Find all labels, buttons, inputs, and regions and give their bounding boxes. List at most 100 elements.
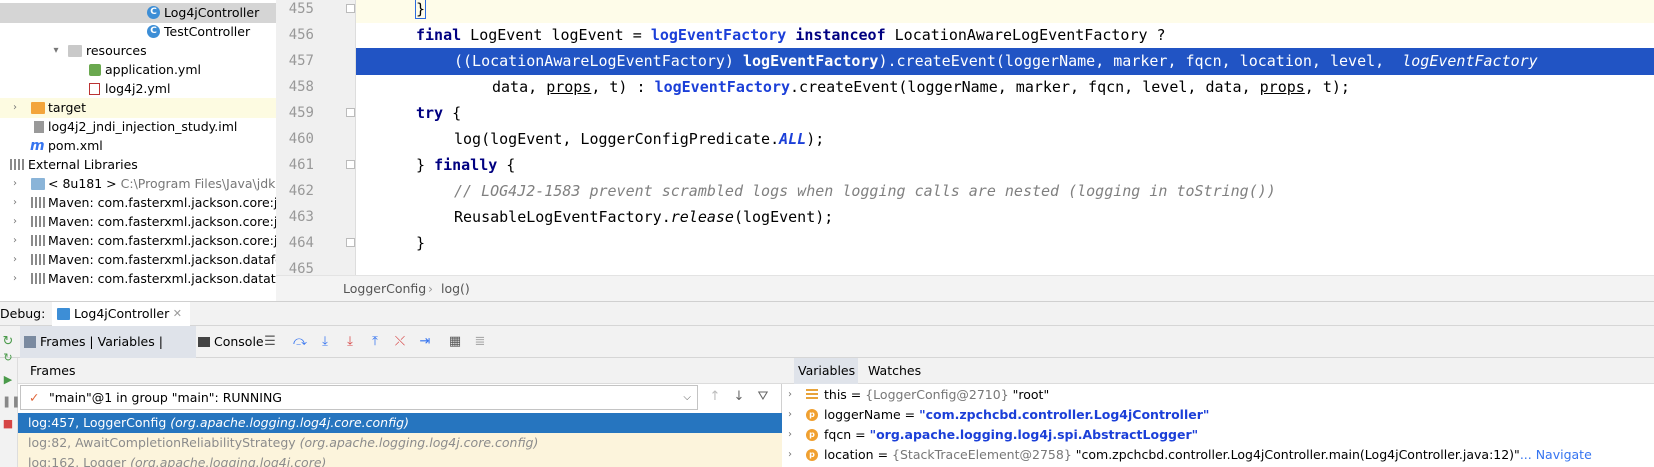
thread-selector[interactable]: ✓ "main"@1 in group "main": RUNNING ⌵ bbox=[20, 385, 698, 410]
chevron-right-icon[interactable]: › bbox=[9, 250, 21, 270]
chevron-right-icon[interactable]: › bbox=[788, 425, 792, 445]
debug-session-tab[interactable]: Log4jController ✕ bbox=[52, 302, 190, 326]
chevron-right-icon[interactable]: › bbox=[788, 445, 792, 465]
tab-frames-variables-watches[interactable]: Frames | Variables | Watches bbox=[20, 326, 196, 381]
thread-label: "main"@1 in group "main": RUNNING bbox=[49, 390, 282, 405]
variable-row-this[interactable]: › this = {LoggerConfig@2710} "root" bbox=[782, 385, 1654, 405]
stop-icon[interactable]: ■ bbox=[2, 418, 14, 430]
pause-icon[interactable]: ❚❚ bbox=[2, 396, 20, 408]
close-icon[interactable]: ✕ bbox=[173, 302, 182, 326]
tree-item-label: log4j2_jndi_injection_study.iml bbox=[48, 119, 238, 134]
line-number: 455 bbox=[288, 1, 314, 17]
code-editor[interactable]: } final LogEvent logEvent = logEventFact… bbox=[356, 0, 1654, 275]
chevron-right-icon[interactable]: › bbox=[9, 212, 21, 232]
step-out-icon[interactable]: ⤒ bbox=[367, 334, 383, 350]
tree-item-label: log4j2.yml bbox=[105, 81, 171, 96]
chevron-right-icon[interactable]: › bbox=[788, 385, 792, 405]
variable-name: location bbox=[824, 447, 874, 462]
frame-row[interactable]: log:162, Logger (org.apache.logging.log4… bbox=[18, 453, 782, 467]
chevron-right-icon[interactable]: › bbox=[9, 231, 21, 251]
breadcrumb-separator: › bbox=[428, 281, 433, 296]
code-token: { bbox=[443, 104, 462, 122]
code-line-456: final LogEvent logEvent = logEventFactor… bbox=[356, 22, 1654, 49]
sdk-icon bbox=[31, 178, 45, 190]
tree-item-pom[interactable]: m pom.xml bbox=[0, 136, 276, 156]
tree-item-iml[interactable]: log4j2_jndi_injection_study.iml bbox=[0, 117, 276, 137]
navigate-link[interactable]: ... Navigate bbox=[1520, 447, 1592, 462]
chevron-right-icon[interactable]: › bbox=[9, 98, 21, 118]
fold-marker-icon[interactable] bbox=[346, 4, 355, 13]
tree-item-label: Maven: com.fasterxml.jackson.core:jack bbox=[48, 195, 276, 210]
variable-row-fqcn[interactable]: › p fqcn = "org.apache.logging.log4j.spi… bbox=[782, 425, 1654, 445]
tree-item-target[interactable]: › target bbox=[0, 98, 276, 118]
step-into-icon[interactable]: ⤓ bbox=[342, 334, 358, 350]
breadcrumb-class[interactable]: LoggerConfig bbox=[343, 276, 426, 302]
frame-row[interactable]: log:457, LoggerConfig (org.apache.loggin… bbox=[18, 413, 782, 433]
tree-item-log4j2-yml[interactable]: log4j2.yml bbox=[0, 79, 276, 99]
tree-item-maven-lib[interactable]: › Maven: com.fasterxml.jackson.datatype bbox=[0, 269, 276, 289]
menu-lines-icon[interactable]: ☰ bbox=[262, 334, 278, 350]
filter-icon[interactable]: ⛛ bbox=[754, 388, 772, 406]
tree-item-maven-lib[interactable]: › Maven: com.fasterxml.jackson.core:jack bbox=[0, 231, 276, 251]
debug-side-strip: ↻ ▶ ❚❚ ■ bbox=[0, 352, 20, 467]
library-icon bbox=[31, 254, 45, 265]
variables-panel: Variables Watches › this = {LoggerConfig… bbox=[782, 358, 1654, 467]
chevron-right-icon[interactable]: › bbox=[9, 174, 21, 194]
code-line-463: ReusableLogEventFactory.release(logEvent… bbox=[356, 204, 1654, 231]
variable-name: this bbox=[824, 387, 847, 402]
tab-watches[interactable]: Watches bbox=[864, 358, 921, 384]
code-token: LocationAwareLogEventFactory ? bbox=[885, 26, 1166, 44]
variable-row-location[interactable]: › p location = {StackTraceElement@2758} … bbox=[782, 445, 1654, 465]
variable-row-loggername[interactable]: › p loggerName = "com.zpchcbd.controller… bbox=[782, 405, 1654, 425]
fold-marker-icon[interactable] bbox=[346, 238, 355, 247]
tree-item-resources[interactable]: ▾ resources bbox=[0, 41, 276, 61]
tab-console[interactable]: Console bbox=[198, 326, 264, 358]
chevron-right-icon[interactable]: › bbox=[788, 405, 792, 425]
arrow-down-icon[interactable]: ↓ bbox=[730, 388, 748, 406]
line-number: 456 bbox=[288, 27, 314, 43]
parameter-icon: p bbox=[806, 429, 818, 441]
step-over-icon[interactable]: ⤓ bbox=[317, 334, 333, 350]
tree-item-external-libraries[interactable]: External Libraries bbox=[0, 155, 276, 175]
code-line-462: // LOG4J2-1583 prevent scrambled logs wh… bbox=[356, 178, 1654, 205]
library-icon bbox=[31, 235, 45, 246]
breadcrumb-method[interactable]: log() bbox=[441, 276, 470, 302]
fold-marker-icon[interactable] bbox=[346, 160, 355, 169]
resume-icon[interactable]: ▶ bbox=[2, 374, 14, 386]
tree-item-log4jcontroller[interactable]: C Log4jController bbox=[0, 3, 276, 23]
frame-row[interactable]: log:82, AwaitCompletionReliabilityStrate… bbox=[18, 433, 782, 453]
folder-icon bbox=[68, 45, 82, 57]
tab-variables[interactable]: Variables bbox=[794, 358, 858, 384]
chevron-right-icon[interactable]: › bbox=[9, 193, 21, 213]
fold-marker-icon[interactable] bbox=[346, 108, 355, 117]
variable-eq: = bbox=[846, 387, 866, 402]
tree-item-maven-lib[interactable]: › Maven: com.fasterxml.jackson.core:jack bbox=[0, 193, 276, 213]
frame-package: (org.apache.logging.log4j.core.config) bbox=[299, 435, 539, 450]
rerun-icon[interactable]: ↻ bbox=[0, 334, 16, 350]
tree-item-testcontroller[interactable]: C TestController bbox=[0, 22, 276, 42]
library-icon bbox=[10, 159, 24, 170]
code-line-461: } finally { bbox=[356, 152, 1654, 179]
arrow-up-icon[interactable]: ↑ bbox=[706, 388, 724, 406]
code-line-455: } bbox=[356, 0, 1654, 23]
rerun-icon[interactable]: ↻ bbox=[2, 352, 14, 364]
tree-item-maven-lib[interactable]: › Maven: com.fasterxml.jackson.core:jack bbox=[0, 212, 276, 232]
chevron-right-icon[interactable]: › bbox=[9, 269, 21, 289]
code-token: } bbox=[414, 0, 427, 19]
drop-frame-icon[interactable]: ⤬ bbox=[392, 334, 408, 350]
show-execution-point-icon[interactable]: ⤼ bbox=[292, 334, 308, 350]
breadcrumb: LoggerConfig › log() bbox=[276, 275, 1654, 301]
debug-session-label: Log4jController bbox=[74, 306, 170, 321]
tree-item-jdk[interactable]: › < 8u181 > C:\Program Files\Java\jdk1. bbox=[0, 174, 276, 194]
editor-gutter[interactable]: 455 456 457 458 459 460 461 462 463 464 … bbox=[276, 0, 356, 275]
evaluate-expression-icon[interactable]: ▦ bbox=[447, 334, 463, 350]
run-to-cursor-icon[interactable]: ⇥ bbox=[417, 334, 433, 350]
chevron-down-icon[interactable]: ▾ bbox=[50, 41, 62, 61]
variable-value: "com.zpchcbd.controller.Log4jController.… bbox=[1071, 447, 1520, 462]
code-token: logEventFactory bbox=[1402, 52, 1538, 70]
tree-item-maven-lib[interactable]: › Maven: com.fasterxml.jackson.dataforr bbox=[0, 250, 276, 270]
tree-item-application-yml[interactable]: application.yml bbox=[0, 60, 276, 80]
trace-icon[interactable]: ≣ bbox=[472, 334, 488, 350]
chevron-down-icon[interactable]: ⌵ bbox=[683, 386, 691, 409]
code-token: , t); bbox=[1304, 78, 1350, 96]
